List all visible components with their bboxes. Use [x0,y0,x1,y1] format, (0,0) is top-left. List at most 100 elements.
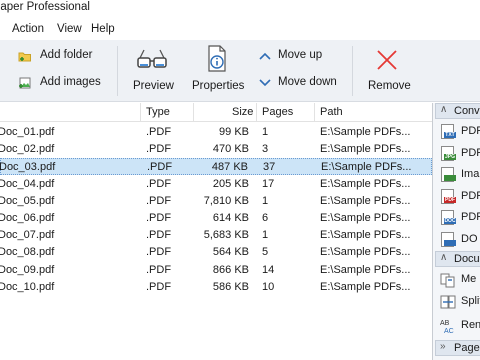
file-name-cell: Doc_07.pdf [0,229,55,242]
move-down-label: Move down [278,76,337,88]
file-size-cell: 205 KB [212,177,249,190]
convert-section-title: Conve [454,105,480,117]
chevron-down-icon [259,79,271,87]
table-row[interactable]: Doc_02.pdf .PDF 470 KB 3 E:\Sample PDFs... [0,141,432,158]
file-pages-cell: 10 [262,280,275,293]
file-pages-cell: 14 [262,263,275,276]
chevron-double-icon: » [440,341,446,352]
table-row[interactable]: Doc_08.pdf .PDF 564 KB 5 E:\Sample PDFs... [0,244,432,261]
file-path-cell: E:\Sample PDFs... [320,263,411,276]
format-tag: PDF [444,196,456,203]
move-up-button[interactable]: Move up [256,48,340,66]
remove-button[interactable]: Remove [364,44,412,98]
move-up-label: Move up [278,49,323,61]
file-size-cell: 586 KB [212,280,249,293]
merge-item[interactable]: Me [438,271,480,289]
add-images-label: Add images [40,76,101,88]
convert-item[interactable]: TXT PDF [438,123,480,141]
menu-help[interactable]: Help [91,23,115,35]
menu-view[interactable]: View [57,23,82,35]
column-size[interactable]: Size [232,106,253,118]
split-label: Split [461,295,480,307]
svg-text:AB: AB [440,320,450,327]
convert-item-label: DO [461,232,478,245]
file-pages-cell: 17 [262,177,275,190]
chevron-up-icon [259,52,271,60]
file-type-cell: .PDF [147,161,173,174]
format-tag: JPG [444,153,456,160]
table-row[interactable]: Doc_09.pdf .PDF 866 KB 14 E:\Sample PDFs... [0,262,432,279]
file-type-cell: .PDF [146,126,172,138]
table-row[interactable]: Doc_10.pdf .PDF 586 KB 10 E:\Sample PDFs... [0,279,432,296]
rename-item[interactable]: AB AC Ren [438,317,480,335]
file-pages-cell: 1 [262,126,269,138]
rename-icon: AB AC [440,320,454,335]
file-name-cell: Doc_04.pdf [0,177,55,190]
properties-label: Properties [192,80,245,92]
document-info-icon [208,45,226,72]
table-row[interactable]: Doc_03.pdf .PDF 487 KB 37 E:\Sample PDFs... [0,158,432,176]
table-row[interactable]: Doc_04.pdf .PDF 205 KB 17 E:\Sample PDFs... [0,176,432,193]
file-size-cell: 487 KB [211,161,248,174]
file-type-cell: .PDF [146,263,172,276]
add-images-icon [19,77,31,89]
add-folder-button[interactable]: Add folder [18,48,108,66]
file-path-cell: E:\Sample PDFs... [320,212,411,224]
split-icon [440,295,456,309]
toolbar-separator [352,46,353,96]
file-size-cell: 7,810 KB [203,194,249,207]
convert-item[interactable]: DO [438,231,480,249]
convert-item[interactable]: JPG PDF [438,145,480,163]
file-path-cell: E:\Sample PDFs... [320,126,411,138]
toolbar: Add folder Add images Preview Properties… [0,40,480,102]
file-list-header: Type Size Pages Path [0,103,432,122]
split-item[interactable]: Split [438,293,480,311]
file-name-cell: Doc_09.pdf [0,263,55,276]
chevron-up-icon: ∧ [440,252,448,263]
column-type[interactable]: Type [146,106,170,118]
toolbar-separator [117,46,118,96]
format-tag [444,175,456,181]
remove-icon [377,50,397,70]
file-type-cell: .PDF [146,212,172,224]
file-type-cell: .PDF [146,229,172,242]
column-separator [140,103,141,122]
merge-label: Me [461,273,477,285]
add-images-button[interactable]: Add images [18,75,108,93]
file-size-cell: 5,683 KB [203,229,249,242]
format-tag: DOC [444,218,456,224]
convert-item[interactable]: DOC PDF [438,209,480,227]
convert-item[interactable]: Ima [438,166,480,184]
format-tag [444,239,456,246]
file-size-cell: 866 KB [212,263,249,276]
preview-label: Preview [133,80,174,92]
menu-action[interactable]: Action [12,23,44,35]
file-path-cell: E:\Sample PDFs... [320,280,411,293]
table-row[interactable]: Doc_05.pdf .PDF 7,810 KB 1 E:\Sample PDFs... [0,193,432,210]
convert-item[interactable]: PDF PDF [438,188,480,206]
file-path-cell: E:\Sample PDFs... [320,143,411,156]
file-pages-cell: 5 [262,246,269,259]
file-pages-cell: 37 [263,161,276,174]
move-down-button[interactable]: Move down [256,75,340,93]
table-row[interactable]: Doc_07.pdf .PDF 5,683 KB 1 E:\Sample PDFs... [0,227,432,244]
file-pages-cell: 6 [262,212,269,224]
column-separator [193,103,194,122]
tasks-panel: ∧ Conve TXT PDF JPG PDF Ima PDF PDF DOC PDF DO ∧ … [432,103,480,360]
table-row[interactable]: Doc_06.pdf .PDF 614 KB 6 E:\Sample PDFs... [0,210,432,227]
properties-button[interactable]: Properties [189,44,245,98]
document-section-header[interactable]: ∧ Docu [435,251,480,267]
rename-label: Ren [461,319,480,331]
table-row[interactable]: Doc_01.pdf .PDF 99 KB 1 E:\Sample PDFs... [0,124,432,141]
preview-button[interactable]: Preview [128,44,176,98]
glasses-icon [137,49,167,68]
pages-section-header[interactable]: » Pages [435,340,480,356]
file-path-cell: E:\Sample PDFs... [320,246,411,259]
column-pages[interactable]: Pages [262,106,293,118]
column-path[interactable]: Path [320,106,343,118]
add-folder-label: Add folder [40,49,93,61]
convert-section-header[interactable]: ∧ Conve [435,103,480,119]
pages-section-title: Pages [454,342,480,354]
file-pages-cell: 1 [262,229,269,242]
file-name-cell: Doc_08.pdf [0,246,55,259]
